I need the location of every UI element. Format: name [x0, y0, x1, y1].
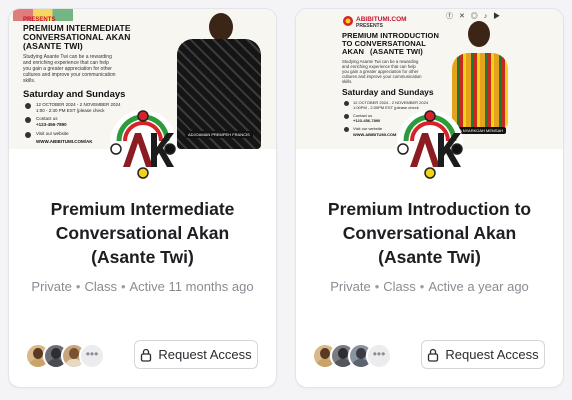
- activity-label: Active a year ago: [428, 279, 529, 294]
- banner-desc-line5: skills.: [342, 79, 353, 84]
- more-members-icon[interactable]: •••: [366, 343, 392, 369]
- banner-website-label: Visit our website: [353, 126, 383, 131]
- course-card-intermediate[interactable]: PRESENTS PREMIUM INTERMEDIATE CONVERSATI…: [8, 8, 277, 388]
- banner-title-line3: (ASANTE TWI): [23, 41, 83, 51]
- course-title[interactable]: Premium Intermediate Conversational Akan…: [23, 197, 262, 269]
- course-meta: Private • Class • Active a year ago: [296, 279, 563, 294]
- banner-contact-label: Contact us: [36, 116, 58, 121]
- banner-title-line4: (ASANTE TWI): [370, 47, 423, 56]
- banner-schedule: Saturday and Sundays: [342, 87, 434, 97]
- banner-website-label: Visit our website: [36, 131, 69, 136]
- kind-label: Class: [383, 279, 416, 294]
- calendar-icon: [344, 101, 349, 106]
- akan-logo-icon: [396, 110, 463, 179]
- separator-dot: •: [75, 279, 81, 294]
- request-access-button[interactable]: Request Access: [134, 340, 258, 369]
- banner-phone: +123-456-7890: [353, 118, 381, 123]
- banner-schedule: Saturday and Sundays: [23, 89, 126, 100]
- calendar-icon: [25, 103, 31, 109]
- lock-icon: [141, 348, 152, 362]
- akan-logo-icon: [109, 110, 176, 179]
- banner-website: WWW.ABIBITUMI.COM/AK: [36, 139, 93, 144]
- brand-logo-icon: [343, 16, 353, 26]
- banner-time: 1:00 - 2:30 PM EST (please check: [36, 108, 105, 113]
- lock-icon: [428, 348, 439, 362]
- banner-desc-line4: cultures and improve your communication: [342, 74, 422, 79]
- banner-desc-line5: skills.: [23, 78, 36, 84]
- separator-dot: •: [419, 279, 425, 294]
- separator-dot: •: [120, 279, 126, 294]
- phone-icon: [344, 114, 349, 119]
- banner-desc-line4: cultures and improve your communication: [23, 72, 116, 78]
- request-access-label: Request Access: [445, 347, 539, 362]
- course-meta: Private • Class • Active 11 months ago: [9, 279, 276, 294]
- banner-website: WWW.ABIBITUMI.COM: [353, 132, 397, 137]
- request-access-button[interactable]: Request Access: [421, 340, 545, 369]
- globe-icon: [344, 127, 349, 132]
- separator-dot: •: [374, 279, 380, 294]
- social-icons: ⓕ ✕ ◎ ♪ ▶: [446, 13, 503, 20]
- course-title[interactable]: Premium Introduction to Conversational A…: [310, 197, 549, 269]
- activity-label: Active 11 months ago: [129, 279, 254, 294]
- visibility-label: Private: [31, 279, 72, 294]
- kind-label: Class: [84, 279, 117, 294]
- banner-title-line3: AKAN: [342, 47, 365, 56]
- banner-brand: ABIBITUMI.COM: [356, 16, 407, 23]
- banner-presents: PRESENTS: [356, 23, 383, 29]
- request-access-label: Request Access: [158, 347, 252, 362]
- instructor-name-tag: ADJOAMAN PREMPEH FRANCIS: [185, 131, 253, 138]
- globe-icon: [25, 132, 31, 138]
- phone-icon: [25, 117, 31, 123]
- banner-phone: +123-456-7890: [36, 122, 67, 127]
- course-card-introduction[interactable]: ⓕ ✕ ◎ ♪ ▶ ABIBITUMI.COM PRESENTS PREMIUM…: [295, 8, 564, 388]
- visibility-label: Private: [330, 279, 371, 294]
- more-members-icon[interactable]: •••: [79, 343, 105, 369]
